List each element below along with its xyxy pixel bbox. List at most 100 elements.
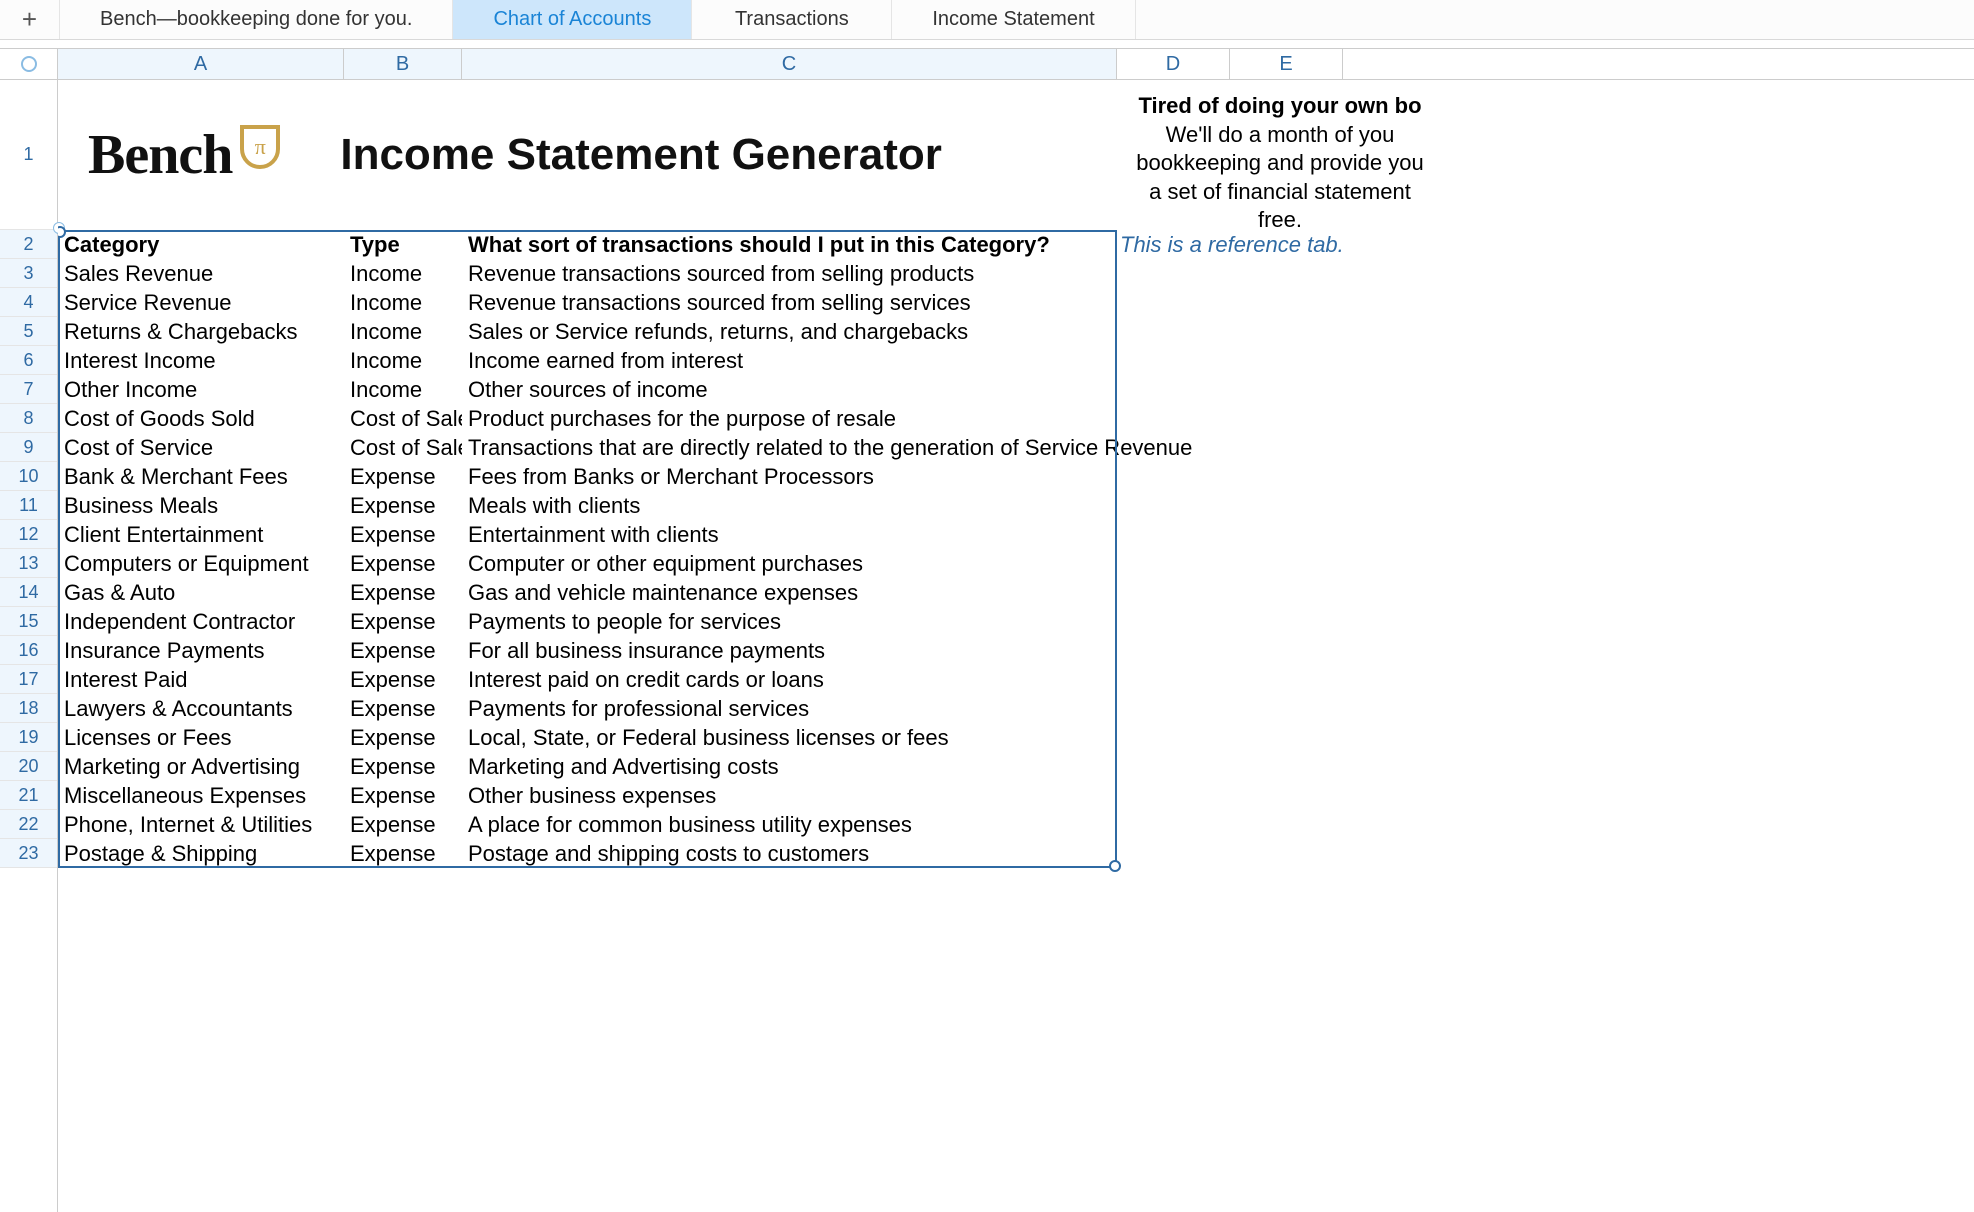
row-header-23[interactable]: 23 — [0, 839, 57, 868]
cell-category: Computers or Equipment — [58, 551, 344, 577]
cell-type: Expense — [344, 609, 462, 635]
table-row[interactable]: Cost of Goods SoldCost of SalesProduct p… — [58, 404, 1974, 433]
row-header-1[interactable]: 1 — [0, 80, 57, 230]
cell-category: Business Meals — [58, 493, 344, 519]
brand-badge-icon: π — [240, 125, 280, 169]
table-row[interactable]: Insurance PaymentsExpenseFor all busines… — [58, 636, 1974, 665]
row-header-20[interactable]: 20 — [0, 752, 57, 781]
row-header-7[interactable]: 7 — [0, 375, 57, 404]
tab-chart-of-accounts[interactable]: Chart of Accounts — [453, 0, 692, 39]
cell-desc: Other sources of income — [462, 377, 1117, 403]
row-header-2[interactable]: 2 — [0, 230, 57, 259]
table-row[interactable]: Interest IncomeIncomeIncome earned from … — [58, 346, 1974, 375]
tab-label: Transactions — [735, 8, 849, 31]
header-category: Category — [58, 232, 344, 258]
table-row[interactable]: Postage & ShippingExpensePostage and shi… — [58, 839, 1974, 868]
row-header-5[interactable]: 5 — [0, 317, 57, 346]
row-number: 23 — [18, 843, 38, 864]
tab-transactions[interactable]: Transactions — [692, 0, 892, 39]
bench-logo: Bench π — [88, 123, 280, 187]
cell-category: Phone, Internet & Utilities — [58, 812, 344, 838]
brand-word: Bench — [88, 123, 232, 187]
cell-desc: Revenue transactions sourced from sellin… — [462, 290, 1117, 316]
row-header-13[interactable]: 13 — [0, 549, 57, 578]
cell-type: Expense — [344, 725, 462, 751]
tab-income-statement[interactable]: Income Statement — [892, 0, 1135, 39]
row-number: 20 — [18, 756, 38, 777]
table-row[interactable]: Bank & Merchant FeesExpenseFees from Ban… — [58, 462, 1974, 491]
table-row[interactable]: Miscellaneous ExpensesExpenseOther busin… — [58, 781, 1974, 810]
table-header-row[interactable]: Category Type What sort of transactions … — [58, 230, 1974, 259]
sheet-body: 1 2 3 4 5 6 7 8 9 10 11 12 13 14 15 16 1… — [0, 80, 1974, 1212]
row-header-22[interactable]: 22 — [0, 810, 57, 839]
row-header-9[interactable]: 9 — [0, 433, 57, 462]
row-header-8[interactable]: 8 — [0, 404, 57, 433]
cell-category: Licenses or Fees — [58, 725, 344, 751]
cell-type: Expense — [344, 551, 462, 577]
column-header-row: A B C D E — [0, 48, 1974, 80]
cell-type: Cost of Sales — [344, 435, 462, 461]
table-row[interactable]: Other IncomeIncomeOther sources of incom… — [58, 375, 1974, 404]
table-row[interactable]: Returns & ChargebacksIncomeSales or Serv… — [58, 317, 1974, 346]
table-row[interactable]: Phone, Internet & UtilitiesExpenseA plac… — [58, 810, 1974, 839]
row-header-21[interactable]: 21 — [0, 781, 57, 810]
row-header-3[interactable]: 3 — [0, 259, 57, 288]
table-row[interactable]: Business MealsExpenseMeals with clients — [58, 491, 1974, 520]
select-all-cell[interactable] — [0, 48, 58, 79]
tab-strip: + Bench—bookkeeping done for you. Chart … — [0, 0, 1974, 40]
row-number: 6 — [23, 350, 33, 371]
row-number: 9 — [23, 437, 33, 458]
tab-bench[interactable]: Bench—bookkeeping done for you. — [60, 0, 453, 39]
cell-category: Interest Paid — [58, 667, 344, 693]
table-row[interactable]: Service RevenueIncomeRevenue transaction… — [58, 288, 1974, 317]
table-row[interactable]: Independent ContractorExpensePayments to… — [58, 607, 1974, 636]
cell-type: Expense — [344, 580, 462, 606]
column-header-A[interactable]: A — [58, 48, 344, 79]
column-header-C[interactable]: C — [462, 48, 1117, 79]
row-header-19[interactable]: 19 — [0, 723, 57, 752]
column-header-D[interactable]: D — [1117, 48, 1230, 79]
table-row[interactable]: Licenses or FeesExpenseLocal, State, or … — [58, 723, 1974, 752]
row-header-4[interactable]: 4 — [0, 288, 57, 317]
data-table: Category Type What sort of transactions … — [58, 230, 1974, 868]
table-row[interactable]: Marketing or AdvertisingExpenseMarketing… — [58, 752, 1974, 781]
table-row[interactable]: Lawyers & AccountantsExpensePayments for… — [58, 694, 1974, 723]
row-number: 11 — [19, 495, 38, 516]
select-all-icon — [21, 56, 37, 72]
table-row[interactable]: Interest PaidExpenseInterest paid on cre… — [58, 665, 1974, 694]
row-header-10[interactable]: 10 — [0, 462, 57, 491]
cell-desc: Sales or Service refunds, returns, and c… — [462, 319, 1117, 345]
cell-category: Marketing or Advertising — [58, 754, 344, 780]
add-tab-button[interactable]: + — [0, 0, 60, 39]
row-header-6[interactable]: 6 — [0, 346, 57, 375]
cell-type: Cost of Sales — [344, 406, 462, 432]
row-header-12[interactable]: 12 — [0, 520, 57, 549]
column-header-B[interactable]: B — [344, 48, 462, 79]
row-number: 15 — [18, 611, 38, 632]
row-header-16[interactable]: 16 — [0, 636, 57, 665]
sheet-grid[interactable]: Bench π Income Statement Generator Tired… — [58, 80, 1974, 1212]
row-header-11[interactable]: 11 — [0, 491, 57, 520]
promo-text: Tired of doing your own bo We'll do a mo… — [1120, 92, 1440, 235]
cell-category: Cost of Service — [58, 435, 344, 461]
tab-label: Chart of Accounts — [493, 8, 651, 31]
column-header-E[interactable]: E — [1230, 48, 1343, 79]
table-row[interactable]: Gas & AutoExpenseGas and vehicle mainten… — [58, 578, 1974, 607]
table-row[interactable]: Computers or EquipmentExpenseComputer or… — [58, 549, 1974, 578]
row-header-17[interactable]: 17 — [0, 665, 57, 694]
cell-desc: Payments for professional services — [462, 696, 1117, 722]
cell-category: Cost of Goods Sold — [58, 406, 344, 432]
cell-type: Income — [344, 261, 462, 287]
table-row[interactable]: Client EntertainmentExpenseEntertainment… — [58, 520, 1974, 549]
row-header-15[interactable]: 15 — [0, 607, 57, 636]
row-header-14[interactable]: 14 — [0, 578, 57, 607]
table-row[interactable]: Sales RevenueIncomeRevenue transactions … — [58, 259, 1974, 288]
cell-desc: Local, State, or Federal business licens… — [462, 725, 1117, 751]
row-header-18[interactable]: 18 — [0, 694, 57, 723]
table-row[interactable]: Cost of ServiceCost of SalesTransactions… — [58, 433, 1974, 462]
cell-desc: A place for common business utility expe… — [462, 812, 1117, 838]
row-number: 21 — [18, 785, 38, 806]
row-number: 8 — [23, 408, 33, 429]
cell-category: Returns & Chargebacks — [58, 319, 344, 345]
cell-category: Service Revenue — [58, 290, 344, 316]
